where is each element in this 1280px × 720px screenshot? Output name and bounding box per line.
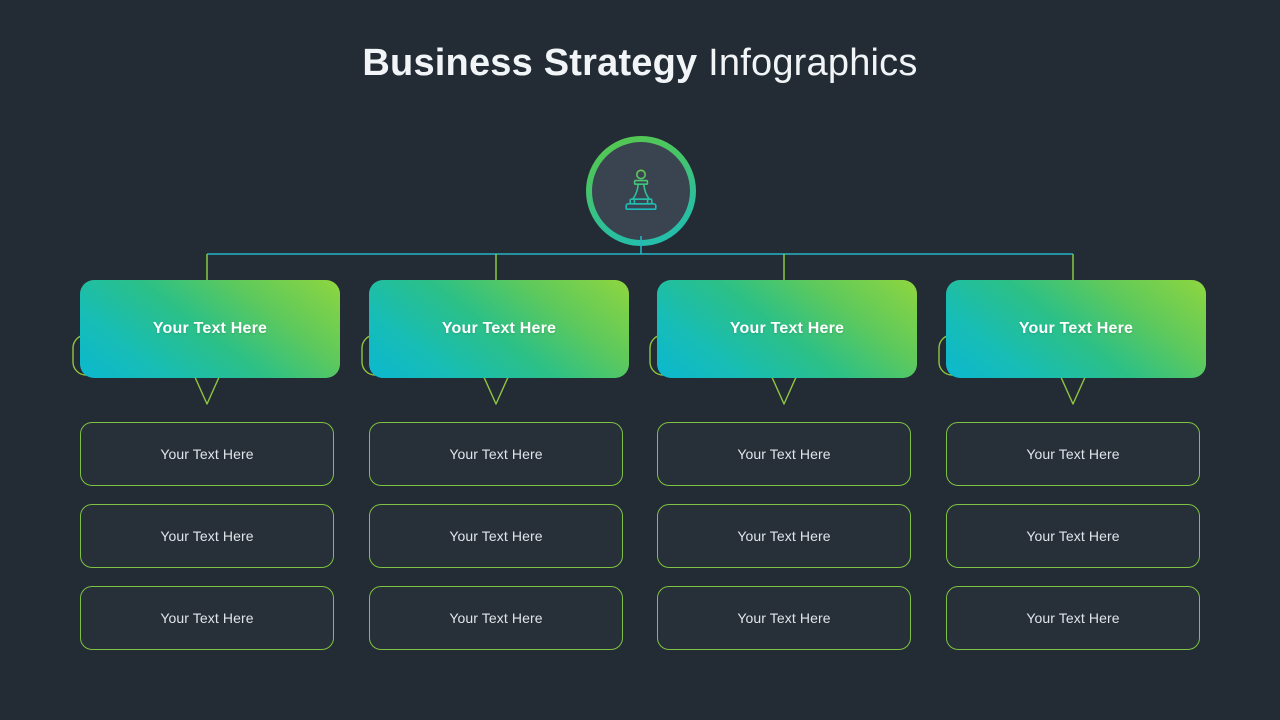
list-item-label: Your Text Here — [449, 610, 543, 626]
branch-item-list-2: Your Text Here Your Text Here Your Text … — [361, 422, 629, 650]
hub-inner-circle — [592, 142, 690, 240]
list-item[interactable]: Your Text Here — [369, 504, 623, 568]
branch-column-4: Your Text Here Your Text Here Your Text … — [938, 278, 1206, 668]
branch-item-list-4: Your Text Here Your Text Here Your Text … — [938, 422, 1206, 650]
branch-header-label-1: Your Text Here — [152, 320, 268, 337]
list-item-label: Your Text Here — [160, 446, 254, 462]
list-item[interactable]: Your Text Here — [369, 422, 623, 486]
list-item-label: Your Text Here — [160, 610, 254, 626]
branch-header-card-1[interactable]: Your Text Here — [80, 280, 340, 378]
list-item-label: Your Text Here — [449, 528, 543, 544]
list-item[interactable]: Your Text Here — [946, 586, 1200, 650]
list-item-label: Your Text Here — [737, 528, 831, 544]
list-item[interactable]: Your Text Here — [80, 422, 334, 486]
list-item[interactable]: Your Text Here — [946, 504, 1200, 568]
list-item[interactable]: Your Text Here — [657, 422, 911, 486]
page-title: Business Strategy Infographics — [0, 38, 1280, 88]
list-item-label: Your Text Here — [1026, 610, 1120, 626]
list-item[interactable]: Your Text Here — [946, 422, 1200, 486]
list-item[interactable]: Your Text Here — [657, 586, 911, 650]
list-item-label: Your Text Here — [737, 446, 831, 462]
branch-header-3[interactable]: Your Text Here — [649, 278, 917, 418]
branch-header-1[interactable]: Your Text Here — [72, 278, 340, 418]
branch-header-label-2: Your Text Here — [441, 320, 557, 337]
branch-item-list-1: Your Text Here Your Text Here Your Text … — [72, 422, 340, 650]
central-hub-node — [586, 136, 696, 246]
list-item-label: Your Text Here — [449, 446, 543, 462]
branch-header-4[interactable]: Your Text Here — [938, 278, 1206, 418]
branch-column-2: Your Text Here Your Text Here Your Text … — [361, 278, 629, 668]
list-item-label: Your Text Here — [737, 610, 831, 626]
branch-column-1: Your Text Here Your Text Here Your Text … — [72, 278, 340, 668]
list-item[interactable]: Your Text Here — [657, 504, 911, 568]
branch-header-card-2[interactable]: Your Text Here — [369, 280, 629, 378]
list-item[interactable]: Your Text Here — [80, 586, 334, 650]
list-item-label: Your Text Here — [1026, 446, 1120, 462]
branch-column-3: Your Text Here Your Text Here Your Text … — [649, 278, 917, 668]
branch-header-card-3[interactable]: Your Text Here — [657, 280, 917, 378]
branch-header-label-4: Your Text Here — [1018, 320, 1134, 337]
list-item[interactable]: Your Text Here — [80, 504, 334, 568]
branch-header-card-4[interactable]: Your Text Here — [946, 280, 1206, 378]
list-item-label: Your Text Here — [1026, 528, 1120, 544]
branch-item-list-3: Your Text Here Your Text Here Your Text … — [649, 422, 917, 650]
branch-header-label-3: Your Text Here — [729, 320, 845, 337]
page-title-bold: Business Strategy — [362, 42, 698, 84]
list-item[interactable]: Your Text Here — [369, 586, 623, 650]
branch-header-2[interactable]: Your Text Here — [361, 278, 629, 418]
chess-pawn-icon — [625, 169, 657, 210]
list-item-label: Your Text Here — [160, 528, 254, 544]
page-title-light: Infographics — [708, 42, 918, 84]
